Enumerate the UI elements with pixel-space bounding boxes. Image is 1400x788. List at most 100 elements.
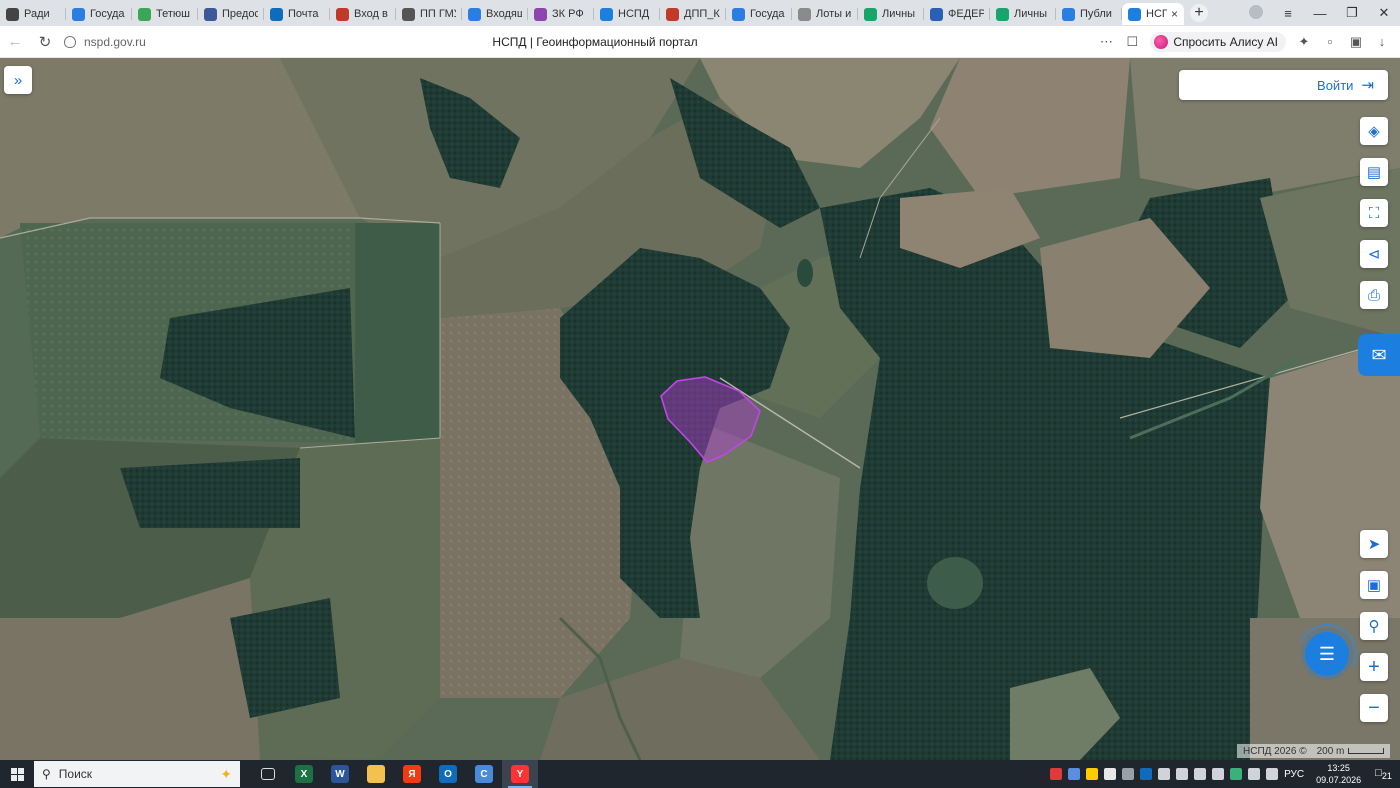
network-icon[interactable] — [1248, 768, 1261, 780]
radio-icon — [6, 7, 19, 21]
menu-icon[interactable]: ≡ — [1272, 6, 1304, 21]
select-area-button[interactable]: ⛶ — [1360, 199, 1388, 227]
tab-label: Личны — [1014, 8, 1048, 20]
browser-tab[interactable]: ДПП_К — [660, 3, 726, 25]
tray-app-icon[interactable] — [1068, 768, 1081, 780]
taskbar-app-outlook[interactable]: O — [430, 760, 466, 788]
browser-tab[interactable]: Предос — [198, 3, 264, 25]
login-label: Войти — [1317, 77, 1354, 93]
tray-app-icon[interactable] — [1194, 768, 1207, 780]
satellite-imagery — [0, 58, 1400, 760]
volume-icon[interactable] — [1266, 768, 1279, 780]
browser-tab[interactable]: Лоты и — [792, 3, 858, 25]
extension-icon[interactable]: ✦ — [1296, 34, 1312, 50]
tab-label: ДПП_К — [684, 8, 720, 20]
language-indicator[interactable]: РУС — [1284, 769, 1304, 780]
browser-tab[interactable]: Госуда — [66, 3, 132, 25]
close-tab-icon[interactable]: × — [1171, 7, 1178, 21]
new-tab-button[interactable]: + — [1190, 4, 1208, 22]
taskbar-app-cortex[interactable]: C — [466, 760, 502, 788]
search-location-button[interactable]: ⚲ — [1360, 612, 1388, 640]
zoom-in-button[interactable]: + — [1360, 653, 1388, 681]
browser-tab[interactable]: Госуда — [726, 3, 792, 25]
minimize-icon[interactable]: — — [1304, 6, 1336, 21]
taskbar-app-yandex-browser[interactable]: Y — [502, 760, 538, 788]
locate-icon: ➤ — [1367, 536, 1381, 553]
tab-label: Предос — [222, 8, 258, 20]
alice-button[interactable]: Спросить Алису AI — [1150, 31, 1286, 52]
profile-icon[interactable] — [1240, 4, 1272, 22]
assistant-side-tab[interactable]: ✉ — [1358, 334, 1400, 376]
download-icon[interactable]: ↓ — [1374, 34, 1390, 49]
browser-tab[interactable]: НСП × — [1122, 3, 1184, 25]
chat-button[interactable]: ☰ — [1305, 632, 1349, 676]
taskbar-app-word[interactable]: W — [322, 760, 358, 788]
tray-app-icon[interactable] — [1050, 768, 1063, 780]
locate-button[interactable]: ➤ — [1360, 530, 1388, 558]
browser-tab[interactable]: Тетюш — [132, 3, 198, 25]
browser-tab[interactable]: Вход в — [330, 3, 396, 25]
mic-icon[interactable] — [1158, 768, 1171, 780]
outlook-icon: O — [439, 765, 457, 783]
browser-tab[interactable]: НСПД — [594, 3, 660, 25]
taskbar-app-excel[interactable]: X — [286, 760, 322, 788]
browser-tab[interactable]: ЗК РФ — [528, 3, 594, 25]
tray-app-icon[interactable] — [1086, 768, 1099, 780]
zoom-out-button[interactable]: − — [1360, 694, 1388, 722]
taskbar-app-yandex[interactable]: Я — [394, 760, 430, 788]
emblem-icon — [402, 7, 415, 21]
url-text: nspd.gov.ru — [84, 34, 146, 49]
scale-label: 200 m — [1316, 745, 1345, 757]
close-window-icon[interactable]: ✕ — [1368, 5, 1400, 21]
layers-button[interactable]: ◈ — [1360, 117, 1388, 145]
bookmark-icon[interactable]: ☐ — [1124, 34, 1140, 50]
restore-icon[interactable]: ❐ — [1336, 5, 1368, 21]
site-info-icon[interactable] — [64, 35, 76, 48]
start-button[interactable] — [0, 760, 34, 788]
cast-icon[interactable]: ▫ — [1322, 34, 1338, 49]
browser-tab[interactable]: Почта — [264, 3, 330, 25]
public-map-icon — [1062, 7, 1075, 21]
tab-label: Лоты и — [816, 8, 852, 20]
browser-tab[interactable]: Публи — [1056, 3, 1122, 25]
basemap-button[interactable]: ▣ — [1360, 571, 1388, 599]
expand-panel-button[interactable]: » — [4, 66, 32, 94]
tab-label: Личны — [882, 8, 916, 20]
browser-tab[interactable]: Входящ — [462, 3, 528, 25]
tray-app-icon[interactable] — [1230, 768, 1243, 780]
taskbar-app-task-view[interactable] — [250, 760, 286, 788]
tab-label: Тетюш — [156, 8, 190, 20]
login-button[interactable]: Войти ⇥ — [1179, 70, 1388, 100]
system-tray: РУС 13:25 09.07.2026 □21 — [1050, 762, 1400, 786]
tray-app-icon[interactable] — [1176, 768, 1189, 780]
print-button[interactable]: ⎙ — [1360, 281, 1388, 309]
tray-app-icon[interactable] — [1212, 768, 1225, 780]
map-view[interactable]: » Войти ⇥ ◈ ▤ ⛶ ⊲ ⎙ ✉ ➤ ▣ ⚲ + − ☰ НСПД 2… — [0, 58, 1400, 760]
more-icon[interactable]: ⋯ — [1098, 34, 1114, 50]
browser-tab[interactable]: ФЕДЕР — [924, 3, 990, 25]
collections-icon[interactable]: ▣ — [1348, 34, 1364, 50]
url-field[interactable]: nspd.gov.ru — [64, 35, 424, 49]
outlook-tray-icon[interactable] — [1140, 768, 1153, 780]
word-icon: W — [331, 765, 349, 783]
mail-tray-icon[interactable] — [1122, 768, 1135, 780]
ruler-button[interactable]: ▤ — [1360, 158, 1388, 186]
share-button[interactable]: ⊲ — [1360, 240, 1388, 268]
gosuslugi-icon — [204, 7, 217, 21]
attribution-text: НСПД 2026 © — [1243, 745, 1307, 757]
browser-tab[interactable]: Ради — [0, 3, 66, 25]
share-icon: ⊲ — [1367, 246, 1381, 263]
browser-tab[interactable]: Личны — [858, 3, 924, 25]
tax-icon — [864, 7, 877, 21]
browser-tab[interactable]: Личны — [990, 3, 1056, 25]
tray-app-icon[interactable] — [1104, 768, 1117, 780]
notifications-icon[interactable]: □21 — [1375, 767, 1392, 781]
back-icon[interactable]: ← — [0, 33, 30, 50]
clock[interactable]: 13:25 09.07.2026 — [1316, 762, 1361, 786]
browser-tab[interactable]: ПП ГМУ — [396, 3, 462, 25]
reload-icon[interactable]: ↻ — [30, 33, 60, 51]
gov-icon — [732, 7, 745, 21]
taskbar-app-explorer[interactable] — [358, 760, 394, 788]
address-bar: ← ↻ nspd.gov.ru НСПД | Геоинформационный… — [0, 26, 1400, 58]
taskbar-search[interactable]: ⚲ Поиск ✦ — [34, 761, 240, 787]
